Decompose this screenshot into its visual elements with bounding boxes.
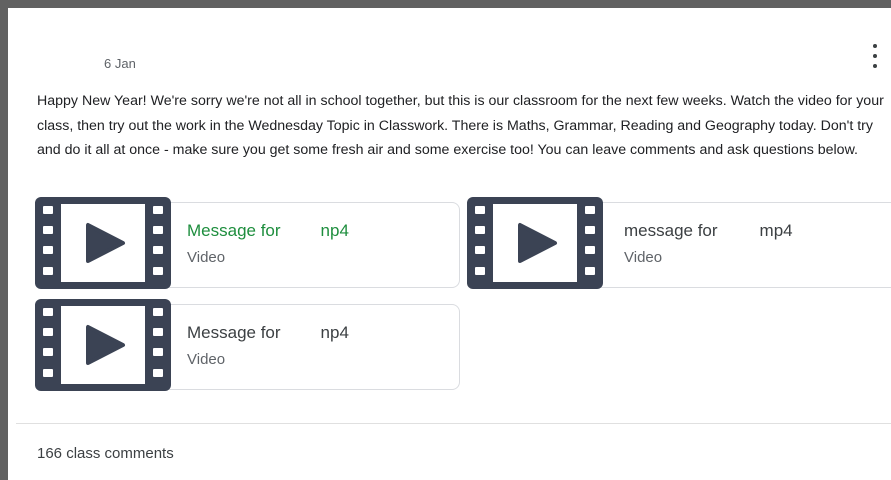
class-comments-link[interactable]: 166 class comments [37, 445, 174, 462]
attachment-video-3[interactable]: Message for np4 Video [35, 299, 460, 391]
attachment-type: Video [187, 351, 226, 368]
video-film-icon [467, 197, 603, 289]
stream-post-card: 6 Jan Happy New Year! We're sorry we're … [16, 16, 891, 480]
video-film-icon [35, 299, 171, 391]
attachment-type: Video [187, 249, 226, 266]
window-frame: 6 Jan Happy New Year! We're sorry we're … [0, 0, 891, 480]
more-vert-icon [873, 44, 877, 48]
attachment-title[interactable]: Message for np4 [187, 323, 349, 343]
attachment-video-2[interactable]: message for mp4 Video [467, 197, 891, 289]
attachment-title[interactable]: message for mp4 [624, 221, 793, 241]
more-options-button[interactable] [871, 44, 879, 68]
post-date: 6 Jan [104, 56, 136, 71]
attachment-video-1[interactable]: Message for np4 Video [35, 197, 460, 289]
post-message: Happy New Year! We're sorry we're not al… [37, 93, 884, 158]
attachment-type: Video [624, 249, 663, 266]
footer-divider [16, 423, 891, 424]
attachment-title[interactable]: Message for np4 [187, 221, 349, 241]
video-film-icon [35, 197, 171, 289]
